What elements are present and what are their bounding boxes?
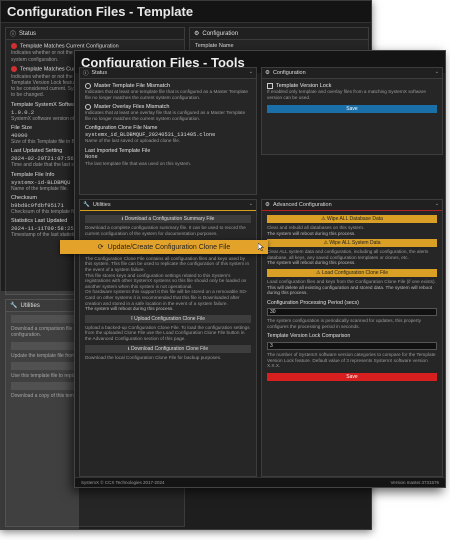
- chevron-down-icon[interactable]: ⌄: [249, 69, 253, 75]
- configuration-panel-header[interactable]: ⚙ Configuration ⌄: [262, 68, 442, 79]
- wipe-system-button[interactable]: ⚠ Wipe ALL System Data: [267, 239, 437, 248]
- wipe-database-button[interactable]: ⚠ Wipe ALL Database Data: [267, 215, 437, 223]
- info-icon: ⓘ: [83, 71, 89, 77]
- wrench-icon: 🔧: [83, 202, 90, 208]
- download-icon: ⭳: [127, 345, 130, 352]
- chevron-down-icon[interactable]: ⌄: [435, 69, 439, 75]
- footer: SystemX © CCX Technologies 2017-2024 Ver…: [75, 477, 445, 487]
- status-panel-header[interactable]: ⓘ Status ⌄: [80, 68, 256, 79]
- warning-icon: ⚠: [323, 240, 328, 247]
- footer-copyright: SystemX © CCX Technologies 2017-2024: [81, 480, 165, 485]
- sync-icon: ⟳: [97, 244, 104, 251]
- status-panel: ⓘ Status ⌄ Master Template File Mismatch…: [79, 67, 257, 195]
- template-window-title: Configuration Files - Template: [1, 1, 371, 23]
- download-summary-button[interactable]: ⭳ Download a Configuration Summary File: [85, 215, 251, 223]
- upload-icon: ⭱: [130, 315, 133, 322]
- gear-icon: ⚙: [265, 202, 270, 208]
- error-icon: [11, 43, 17, 49]
- footer-version: Version master.3731576: [390, 480, 439, 485]
- version-lock-comparison-input[interactable]: 3: [267, 341, 437, 350]
- utilities-panel-header[interactable]: 🔧 Utilities ⌄: [80, 200, 256, 211]
- template-config-header[interactable]: ⚙ Configuration: [190, 28, 368, 40]
- overlay-fade: [1, 291, 79, 529]
- upload-clone-button[interactable]: ⭱ Upload Configuration Clone File: [85, 314, 251, 323]
- chevron-down-icon[interactable]: ⌄: [435, 201, 439, 207]
- gear-icon: ⚙: [194, 31, 200, 37]
- advanced-configuration-panel: ⚙ Advanced Configuration ⌄ ⚠ Wipe ALL Da…: [261, 199, 443, 477]
- warning-icon: ⚠: [315, 269, 321, 276]
- advanced-configuration-header[interactable]: ⚙ Advanced Configuration ⌄: [262, 200, 442, 211]
- template-status-header[interactable]: ⓘ Status: [6, 28, 184, 40]
- download-icon: ⭳: [121, 216, 124, 222]
- load-clone-button[interactable]: ⚠ Load Configuration Clone File: [267, 268, 437, 277]
- advanced-save-button[interactable]: Save: [267, 372, 437, 381]
- update-clone-button[interactable]: ⟳ Update/Create Configuration Clone File: [60, 240, 268, 254]
- gear-icon: ⚙: [265, 70, 270, 76]
- configuration-panel: ⚙ Configuration ⌄ Template Version Lock …: [261, 67, 443, 155]
- download-clone-button[interactable]: ⭳ Download Configuration Clone File: [85, 344, 251, 353]
- mouse-cursor-icon: [258, 243, 264, 251]
- warning-icon: ⚠: [321, 216, 326, 222]
- config-save-button[interactable]: Save: [267, 105, 437, 114]
- tools-window: Configuration Files - Tools ⓘ Status ⌄ M…: [74, 50, 446, 488]
- chevron-down-icon[interactable]: ⌄: [249, 201, 253, 207]
- info-icon: ⓘ: [10, 32, 17, 38]
- error-icon: [11, 66, 17, 73]
- processing-period-input[interactable]: 30: [267, 308, 437, 317]
